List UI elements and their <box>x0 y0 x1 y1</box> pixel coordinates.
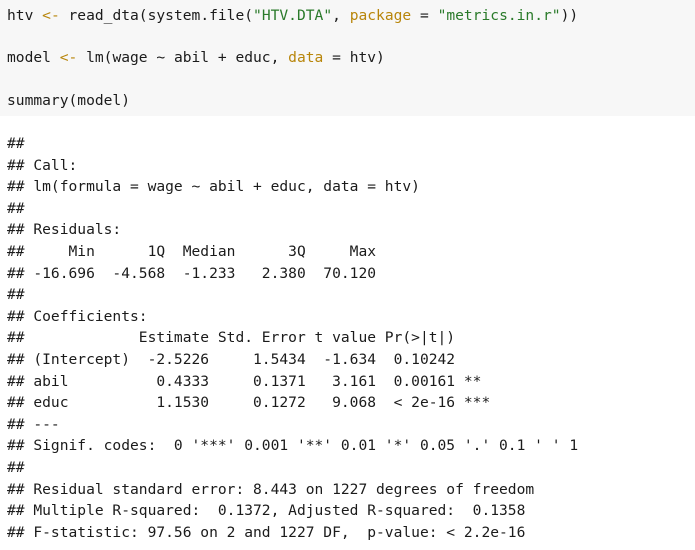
output-line: ## Signif. codes: 0 '***' 0.001 '**' 0.0… <box>7 437 579 455</box>
code-token: lm(wage ~ abil + educ, <box>77 49 289 66</box>
argument-name: package <box>349 7 412 24</box>
code-token: htv <box>7 7 43 24</box>
code-line-summary: summary(model) <box>7 92 131 109</box>
code-line-lm-model: model <- lm(wage ~ abil + educ, data = h… <box>7 48 385 68</box>
output-line: ## abil 0.4333 0.1371 3.161 0.00161 ** <box>7 372 482 390</box>
output-line: ## Min 1Q Median 3Q Max <box>7 243 377 260</box>
string-literal: "HTV.DTA" <box>253 7 333 24</box>
output-line: ## Estimate Std. Error t value Pr(>|t|) <box>7 329 456 347</box>
code-token: )) <box>560 7 579 24</box>
output-line: ## Multiple R-squared: 0.1372, Adjusted … <box>7 502 526 520</box>
output-line: ## <box>7 135 25 152</box>
code-chunk: htv <- read_dta(system.file("HTV.DTA", p… <box>0 0 695 116</box>
code-line-read-dta: htv <- read_dta(system.file("HTV.DTA", p… <box>7 6 578 26</box>
assign-operator: <- <box>59 49 78 66</box>
output-line: ## F-statistic: 97.56 on 2 and 1227 DF, … <box>7 523 526 541</box>
output-line: ## (Intercept) -2.5226 1.5434 -1.634 0.1… <box>7 351 456 368</box>
code-token: = <box>411 7 438 24</box>
output-line: ## Coefficients: <box>7 307 148 325</box>
assign-operator: <- <box>42 7 60 24</box>
code-token: model <box>7 49 60 66</box>
code-token: = <box>323 49 350 66</box>
code-token: , <box>332 7 350 24</box>
code-token: htv) <box>349 49 385 66</box>
output-line: ## Call: <box>7 156 78 174</box>
argument-name: data <box>288 49 324 66</box>
output-line: ## <box>7 199 25 217</box>
output-line: ## Residual standard error: 8.443 on 122… <box>7 480 535 498</box>
output-line: ## lm(formula = wage ~ abil + educ, data… <box>7 178 420 196</box>
output-line: ## -16.696 -4.568 -1.233 2.380 70.120 <box>7 264 377 282</box>
output-line: ## <box>7 286 25 304</box>
output-line: ## <box>7 459 25 476</box>
output-line: ## educ 1.1530 0.1272 9.068 < 2e-16 *** <box>7 394 491 412</box>
code-token: read_dta(system.file( <box>59 7 254 24</box>
string-literal: "metrics.in.r" <box>437 7 561 24</box>
output-line: ## Residuals: <box>7 221 122 239</box>
console-output: ## ## Call: ## lm(formula = wage ~ abil … <box>0 116 695 550</box>
output-line: ## --- <box>7 415 60 433</box>
